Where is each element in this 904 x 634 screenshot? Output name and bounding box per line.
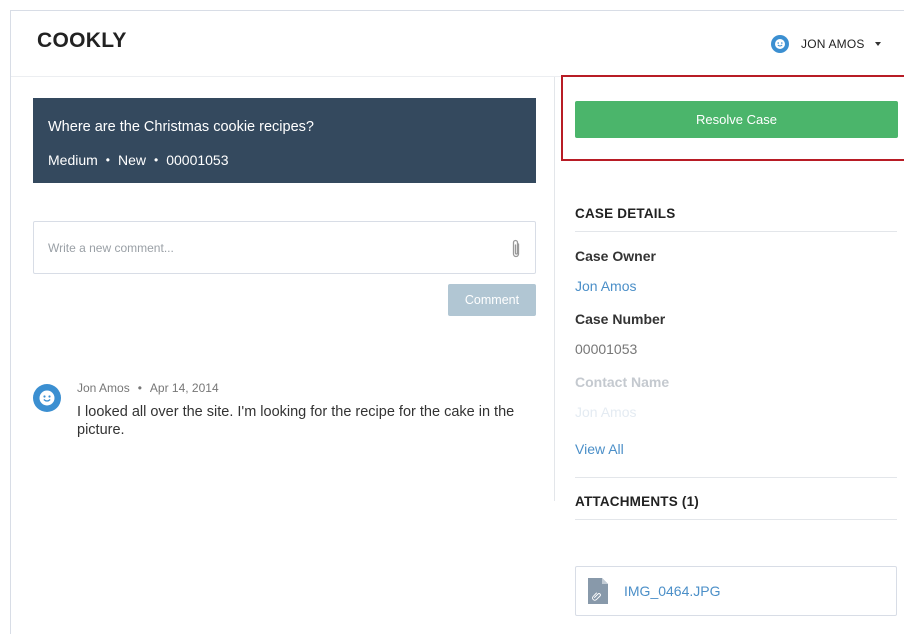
section-divider: [575, 519, 897, 520]
feed-text: I looked all over the site. I'm looking …: [77, 404, 515, 438]
attachment-name[interactable]: IMG_0464.JPG: [624, 583, 721, 599]
case-details-title: CASE DETAILS: [575, 206, 676, 221]
app-header: COOKLY JON AMOS: [11, 11, 904, 77]
case-owner-label: Case Owner: [575, 248, 656, 264]
section-divider: [575, 477, 897, 478]
app-frame: COOKLY JON AMOS Where are the Christmas …: [10, 10, 904, 634]
case-details-panel: CASE DETAILS Case Owner Jon Amos Case Nu…: [575, 206, 897, 520]
view-all-link[interactable]: View All: [575, 441, 897, 457]
feed-author[interactable]: Jon Amos: [77, 381, 130, 395]
section-divider: [575, 231, 897, 232]
case-title: Where are the Christmas cookie recipes?: [48, 119, 314, 135]
feed-date: Apr 14, 2014: [149, 381, 219, 395]
app-logo[interactable]: COOKLY: [37, 29, 127, 53]
comment-box: [33, 221, 536, 274]
attachment-item[interactable]: IMG_0464.JPG: [575, 566, 897, 616]
case-status: New: [118, 152, 147, 168]
feed-meta: Jon Amos • Apr 14, 2014: [77, 381, 219, 395]
smiley-avatar-icon: [771, 35, 789, 53]
comment-button[interactable]: Comment: [448, 284, 536, 316]
resolve-case-button[interactable]: Resolve Case: [575, 101, 898, 138]
meta-separator: •: [137, 381, 142, 395]
case-header: Where are the Christmas cookie recipes? …: [33, 98, 536, 183]
case-owner-link[interactable]: Jon Amos: [575, 278, 897, 294]
contact-name-link[interactable]: Jon Amos: [575, 404, 897, 420]
case-number-value: 00001053: [575, 341, 638, 357]
image-file-icon: [588, 578, 608, 604]
meta-separator: •: [154, 153, 159, 167]
smiley-avatar-icon[interactable]: [33, 384, 61, 412]
case-meta: Medium • New • 00001053: [48, 152, 521, 168]
contact-name-label: Contact Name: [575, 374, 670, 390]
caret-down-icon: [874, 42, 881, 46]
column-divider: [554, 77, 555, 501]
case-number: 00001053: [166, 152, 229, 168]
case-priority: Medium: [48, 152, 98, 168]
paperclip-icon[interactable]: [509, 238, 523, 260]
user-name: JON AMOS: [801, 37, 865, 51]
comment-input[interactable]: [48, 241, 488, 255]
user-menu[interactable]: JON AMOS: [771, 35, 881, 53]
attachments-title: ATTACHMENTS (1): [575, 494, 699, 509]
case-number-label: Case Number: [575, 311, 666, 327]
meta-separator: •: [105, 153, 110, 167]
